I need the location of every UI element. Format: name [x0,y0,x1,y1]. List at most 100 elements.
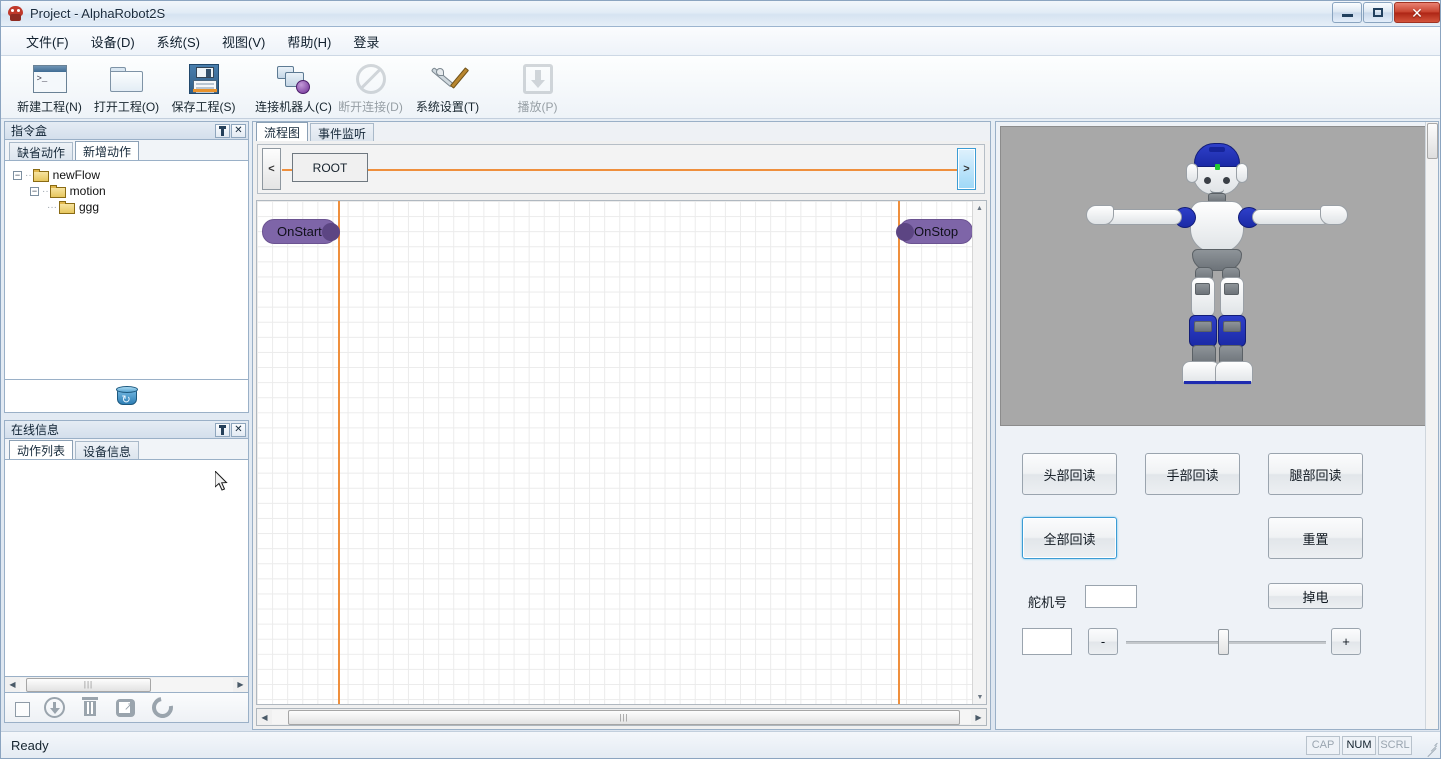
status-bar: Ready CAP NUM SCRL [1,731,1440,758]
expand-toggle-icon[interactable]: − [13,170,22,180]
system-settings-icon [430,63,469,95]
power-off-button[interactable]: 掉电 [1268,583,1363,609]
open-project-icon [109,63,145,95]
node-onstop[interactable]: OnStop [896,219,974,244]
checkbox-icon[interactable] [15,701,30,717]
tab-event-listener[interactable]: 事件监听 [310,123,375,141]
online-info-tabs: 动作列表 设备信息 [4,439,249,459]
menu-device[interactable]: 设备(D) [80,28,146,55]
scroll-track[interactable]: ||| [272,710,971,725]
play-download-icon [520,63,556,95]
servo-number-input[interactable] [1085,585,1137,608]
right-panel-scrollbar[interactable] [1425,122,1438,729]
scroll-right-icon[interactable]: ▶ [233,677,248,692]
command-box-title: 指令盒 [11,124,48,138]
robot-3d-viewer[interactable] [1000,126,1434,426]
menu-help[interactable]: 帮助(H) [276,28,342,55]
alpha-robot-t-pose [1082,133,1352,405]
new-project-button[interactable]: >_ 新建工程(N) [11,58,88,116]
play-button[interactable]: 播放(P) [499,58,576,116]
scroll-left-icon[interactable]: ◀ [257,710,272,724]
tab-new-actions[interactable]: 新增动作 [75,141,140,160]
flowchart-canvas[interactable]: OnStart OnStop [257,201,974,704]
pin-icon[interactable] [215,423,230,437]
scroll-thumb[interactable]: ||| [288,710,960,725]
tab-action-list[interactable]: 动作列表 [9,440,74,459]
open-project-button[interactable]: 打开工程(O) [88,58,165,116]
minimize-button[interactable] [1332,2,1362,23]
node-connector-icon[interactable] [896,223,914,241]
action-list[interactable] [4,459,249,677]
scroll-up-icon[interactable]: ▲ [973,201,986,215]
flow-line [282,169,960,171]
action-tree[interactable]: − ·· newFlow − ·· motion ··· ggg [4,160,249,380]
mouse-cursor [215,471,228,491]
connect-robot-button[interactable]: 连接机器人(C) [255,58,332,116]
angle-value-input[interactable] [1022,628,1072,655]
increment-button[interactable]: + [1331,628,1361,655]
menu-login[interactable]: 登录 [342,28,390,55]
folder-icon [59,200,75,214]
action-list-hscrollbar[interactable]: ◀ ||| ▶ [4,677,249,693]
online-info-title: 在线信息 [11,423,60,437]
trash-icon[interactable] [80,696,102,719]
tree-node-ggg[interactable]: ··· ggg [47,199,248,215]
flowchart-tabs: 流程图 事件监听 [253,122,990,141]
servo-number-label: 舵机号 [1028,595,1068,610]
export-icon[interactable]: ↗ [116,697,138,719]
canvas-hscrollbar[interactable]: ◀ ||| ▶ [256,708,987,726]
refresh-icon[interactable] [147,692,178,722]
expand-toggle-icon[interactable]: − [30,186,39,196]
scroll-down-icon[interactable]: ▼ [973,690,986,704]
recycle-bucket-icon[interactable]: ↻ [115,386,138,406]
menu-system[interactable]: 系统(S) [146,28,211,55]
save-project-button[interactable]: 保存工程(S) [165,58,242,116]
scroll-right-icon[interactable]: ▶ [971,710,986,724]
robot-icon [7,5,24,22]
read-head-button[interactable]: 头部回读 [1022,453,1117,495]
command-box-tabs: 缺省动作 新增动作 [4,140,249,160]
window-title: Project - AlphaRobot2S [30,6,166,21]
servo-slider-thumb[interactable] [1218,629,1229,655]
status-indicators: CAP NUM SCRL [1306,735,1412,755]
canvas-vscrollbar[interactable]: ▲ ▼ [972,201,986,704]
tree-label: ggg [79,200,100,214]
command-box-title-bar: 指令盒 ✕ [4,121,249,140]
nav-next-button[interactable]: > [957,148,976,190]
read-leg-button[interactable]: 腿部回读 [1268,453,1363,495]
robot-control-panel: 头部回读 手部回读 腿部回读 全部回读 重置 舵机号 掉电 - + [995,121,1439,730]
main-toolbar: >_ 新建工程(N) 打开工程(O) 保存工程(S) 连接机器人(C) 断开连接… [1,56,1440,119]
scroll-thumb[interactable]: ||| [26,677,151,692]
close-icon[interactable]: ✕ [231,423,246,437]
tree-node-newflow[interactable]: − ·· newFlow [13,167,248,183]
tab-device-info[interactable]: 设备信息 [75,441,140,459]
new-project-icon: >_ [32,63,68,95]
read-arm-button[interactable]: 手部回读 [1145,453,1240,495]
resize-grip[interactable] [1424,741,1438,758]
node-onstart[interactable]: OnStart [262,219,340,244]
close-button[interactable]: ✕ [1394,2,1440,23]
tree-node-motion[interactable]: − ·· motion [30,183,248,199]
tab-flowchart[interactable]: 流程图 [256,122,309,141]
read-all-button[interactable]: 全部回读 [1022,517,1117,559]
tab-default-actions[interactable]: 缺省动作 [9,142,74,160]
maximize-button[interactable] [1363,2,1393,23]
flowchart-canvas-wrap: OnStart OnStop ▲ ▼ [256,200,987,705]
download-circle-icon[interactable] [44,696,66,719]
scroll-track[interactable]: ||| [20,677,233,692]
pin-icon[interactable] [215,124,230,138]
menu-view[interactable]: 视图(V) [211,28,276,55]
decrement-button[interactable]: - [1088,628,1118,655]
reset-button[interactable]: 重置 [1268,517,1363,559]
root-node[interactable]: ROOT [292,153,368,182]
menu-file[interactable]: 文件(F) [15,28,80,55]
close-icon[interactable]: ✕ [231,124,246,138]
nav-prev-button[interactable]: < [262,148,281,190]
system-settings-button[interactable]: 系统设置(T) [409,58,486,116]
folder-icon [32,168,49,182]
scroll-left-icon[interactable]: ◀ [5,677,20,692]
scroll-thumb[interactable] [1427,123,1438,159]
node-connector-icon[interactable] [321,223,340,241]
connect-robot-icon [276,63,312,95]
disconnect-button[interactable]: 断开连接(D) [332,58,409,116]
